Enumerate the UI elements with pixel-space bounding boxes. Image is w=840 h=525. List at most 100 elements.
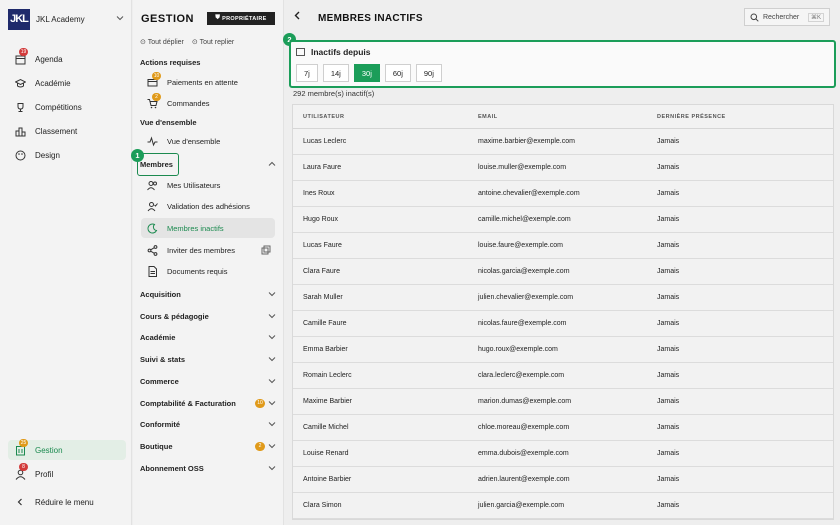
sidebar-item-commandes[interactable]: 2 Commandes [141,92,275,113]
expand-all-button[interactable]: ⊙ Tout déplier [140,38,184,46]
sidebar-item-label: Inviter des membres [167,245,235,255]
user-check-icon [147,201,158,212]
column-header-email[interactable]: EMAIL [468,114,647,120]
user-name-cell: Camille Michel [303,424,349,431]
group-conformite[interactable]: Conformité [140,415,276,433]
trophy-icon [14,101,26,113]
chevron-down-icon [116,14,126,24]
back-button[interactable] [293,11,302,23]
last-seen-cell: Jamais [657,164,680,171]
table-row[interactable]: Laura Faure louise.muller@exemple.com Jama… [293,155,833,181]
user-name-cell: Ines Roux [303,190,335,197]
table-row[interactable]: Sarah Muller julien.chevalier@exemple.com… [293,285,833,311]
group-right: 10 [255,398,276,408]
profil-badge: 8 [19,463,28,471]
table-row[interactable]: Lucas Faure louise.faure@exemple.com Jamai… [293,233,833,259]
group-membres[interactable]: Membres [140,155,276,173]
table-row[interactable]: Clara Faure nicolas.garcia@exemple.com Jam… [293,259,833,285]
group-label: Académie [140,332,176,342]
owner-badge: ⛊ PROPRIÉTAIRE [207,12,275,25]
table-row[interactable]: Maxime Barbier marion.dumas@exemple.com Ja… [293,389,833,415]
search-icon [750,13,759,22]
period-option-90j[interactable]: 90j [415,64,442,82]
nav-item-agenda[interactable]: 19 Agenda [8,48,126,69]
brand-switcher[interactable]: JKL JKL Academy [8,8,126,30]
last-seen-cell: Jamais [657,242,680,249]
nav-item-profil[interactable]: 8 Profil [8,463,126,484]
group-commerce[interactable]: Commerce [140,372,276,390]
table-row[interactable]: Ines Roux antoine.chevalier@exemple.com Ja… [293,181,833,207]
chevron-down-icon [268,466,276,471]
group-label: Comptabilité & Facturation [140,398,236,408]
sidebar-item-validation[interactable]: Validation des adhésions [141,196,275,216]
email-cell: louise.muller@exemple.com [478,164,567,171]
chevron-down-icon [268,401,276,406]
period-option-30j[interactable]: 30j [353,64,380,82]
table-row[interactable]: Camille Michel chloe.moreau@exemple.com Ja… [293,415,833,441]
group-right [268,464,276,472]
group-right [268,333,276,341]
collapse-all-button[interactable]: ⊙ Tout replier [192,38,234,46]
table-row[interactable]: Louise Renard emma.dubois@exemple.com Jama… [293,441,833,467]
overview-heading: Vue d'ensemble [140,118,197,127]
sidebar-item-documents[interactable]: Documents requis [141,261,275,281]
column-header-last-seen[interactable]: DERNIÈRE PRÉSENCE [647,114,726,120]
table-row[interactable]: Romain Leclerc clara.leclerc@exemple.com J… [293,363,833,389]
copy-icon[interactable] [261,245,271,257]
nav-item-classement[interactable]: Classement [8,121,126,141]
user-name-cell: Laura Faure [303,164,342,171]
group-acquisition[interactable]: Acquisition [140,285,276,303]
table-row[interactable]: Lucas Leclerc maxime.barbier@exemple.com J… [293,129,833,155]
group-abonnement[interactable]: Abonnement OSS [140,459,276,477]
credit-card-icon: 10 [147,71,161,88]
email-cell: emma.dubois@exemple.com [478,450,569,457]
group-suivi[interactable]: Suivi & stats [140,350,276,368]
last-seen-cell: Jamais [657,268,680,275]
last-seen-cell: Jamais [657,424,680,431]
table-row[interactable]: Hugo Roux camille.michel@exemple.com Jamai… [293,207,833,233]
sidebar-item-paiements[interactable]: 10 Paiements en attente [141,71,275,92]
nav-label: Profil [35,469,54,479]
sidebar-item-label: Membres inactifs [167,223,224,233]
period-option-7j[interactable]: 7j [296,64,318,82]
group-cours[interactable]: Cours & pédagogie [140,307,276,325]
sidebar-item-label: Commandes [167,98,210,108]
nav-item-design[interactable]: Design [8,145,126,165]
sidebar-item-vue-ensemble[interactable]: Vue d'ensemble [141,131,275,151]
last-seen-cell: Jamais [657,450,680,457]
search-button[interactable]: Rechercher ⌘K [744,8,830,26]
user-name-cell: Sarah Muller [303,294,343,301]
chevron-down-icon [268,444,276,449]
period-option-60j[interactable]: 60j [384,64,411,82]
group-academie[interactable]: Académie [140,328,276,346]
email-cell: louise.faure@exemple.com [478,242,563,249]
nav-item-competitions[interactable]: Compétitions [8,97,126,117]
group-badge: 10 [255,398,265,408]
nav-item-gestion[interactable]: 25 Gestion [8,439,126,460]
table-row[interactable]: Camille Faure nicolas.faure@exemple.com Ja… [293,311,833,337]
sidebar-item-inviter[interactable]: Inviter des membres [141,240,275,260]
nav-label: Agenda [35,54,63,64]
column-header-user[interactable]: UTILISATEUR [293,114,468,120]
user-icon: 8 [14,463,28,480]
inactive-count: 292 membre(s) inactif(s) [293,89,375,98]
sidebar-title: GESTION [141,13,195,25]
nav-label: Réduire le menu [35,497,94,507]
collapse-menu-button[interactable]: Réduire le menu [8,492,126,512]
nav-item-academie[interactable]: Académie [8,73,126,93]
user-name-cell: Clara Faure [303,268,340,275]
table-row[interactable]: Clara Simon julien.garcia@exemple.com Jama… [293,493,833,519]
table-row[interactable]: Antoine Barbier adrien.laurent@exemple.co… [293,467,833,493]
chevron-up-icon [268,161,276,166]
period-option-14j[interactable]: 14j [322,64,349,82]
group-comptabilite[interactable]: Comptabilité & Facturation 10 [140,394,276,412]
brand-name: JKL Academy [36,14,85,24]
expand-icon: ⊙ [140,39,146,46]
sidebar-item-membres-inactifs[interactable]: Membres inactifs [141,218,275,238]
group-label: Acquisition [140,289,181,299]
email-cell: clara.leclerc@exemple.com [478,372,565,379]
group-boutique[interactable]: Boutique 2 [140,437,276,455]
sidebar-item-mes-utilisateurs[interactable]: Mes Utilisateurs [141,175,275,195]
podium-icon [14,125,26,137]
table-row[interactable]: Emma Barbier hugo.roux@exemple.com Jamais [293,337,833,363]
